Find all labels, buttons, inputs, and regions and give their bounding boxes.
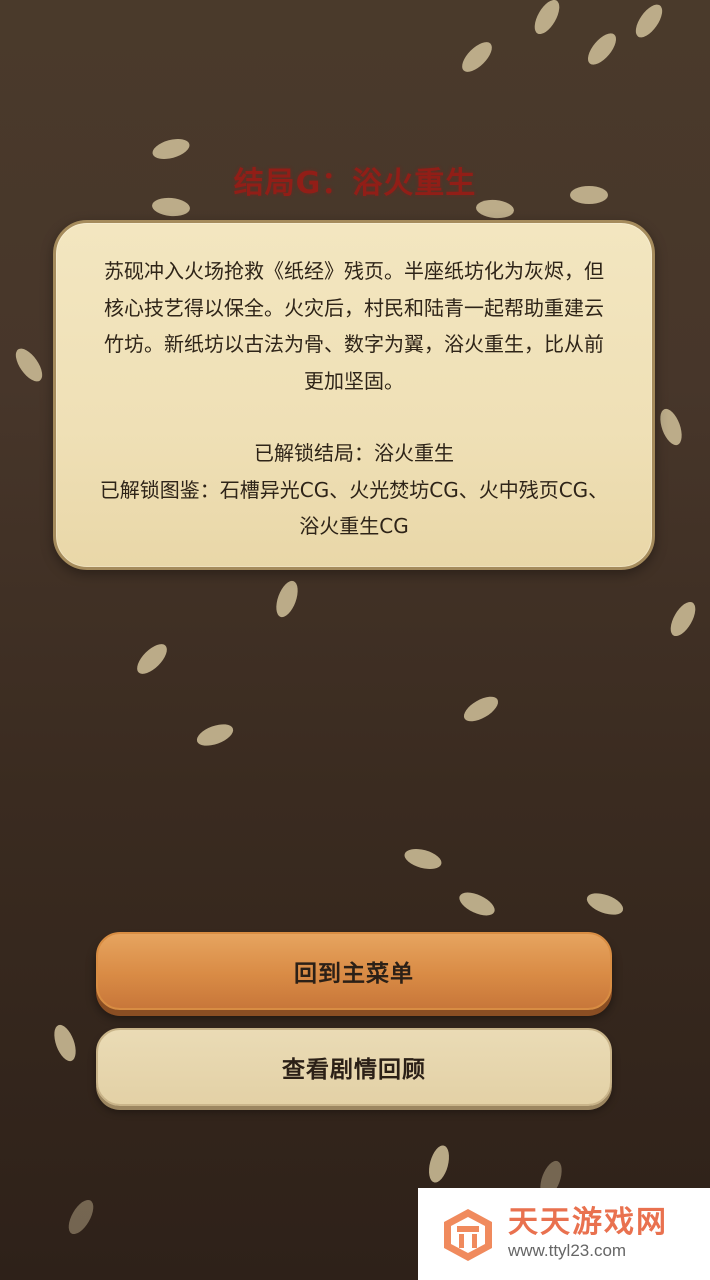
petal-decoration — [457, 37, 497, 77]
petal-decoration — [402, 845, 444, 873]
petal-decoration — [132, 639, 172, 679]
unlocked-ending-text: 已解锁结局：浴火重生 — [254, 441, 454, 465]
petal-decoration — [50, 1022, 80, 1064]
petal-decoration — [455, 887, 499, 921]
petal-decoration — [63, 1196, 99, 1238]
ending-title: 结局G：浴火重生 — [233, 166, 477, 201]
petal-decoration — [194, 720, 236, 750]
petal-decoration — [582, 28, 622, 70]
story-text: 苏砚冲入火场抢救《纸经》残页。半座纸坊化为灰烬，但核心技艺得以保全。火灾后，村民… — [104, 259, 604, 393]
site-logo-icon — [444, 1209, 492, 1261]
petal-decoration — [529, 0, 565, 38]
petal-decoration — [460, 691, 502, 727]
petal-decoration — [630, 0, 668, 42]
main-menu-button[interactable]: 回到主菜单 — [96, 932, 612, 1010]
story-card: 苏砚冲入火场抢救《纸经》残页。半座纸坊化为灰烬，但核心技艺得以保全。火灾后，村民… — [53, 220, 655, 570]
site-name: 天天游戏网 — [508, 1205, 668, 1240]
petal-decoration — [10, 344, 48, 386]
petal-decoration — [584, 889, 626, 919]
story-review-button[interactable]: 查看剧情回顾 — [96, 1028, 612, 1106]
petal-decoration — [272, 578, 302, 620]
site-url: www.ttyl23.com — [508, 1241, 627, 1260]
unlocked-gallery-text: 已解锁图鉴：石槽异光CG、火光焚坊CG、火中残页CG、浴火重生CG — [99, 477, 609, 539]
site-watermark: 天天游戏网 www.ttyl23.com — [418, 1188, 710, 1280]
petal-decoration — [425, 1143, 453, 1185]
petal-decoration — [656, 406, 686, 448]
unlock-info: 已解锁结局：浴火重生 已解锁图鉴：石槽异光CG、火光焚坊CG、火中残页CG、浴火… — [96, 435, 612, 545]
petal-decoration — [665, 598, 701, 640]
